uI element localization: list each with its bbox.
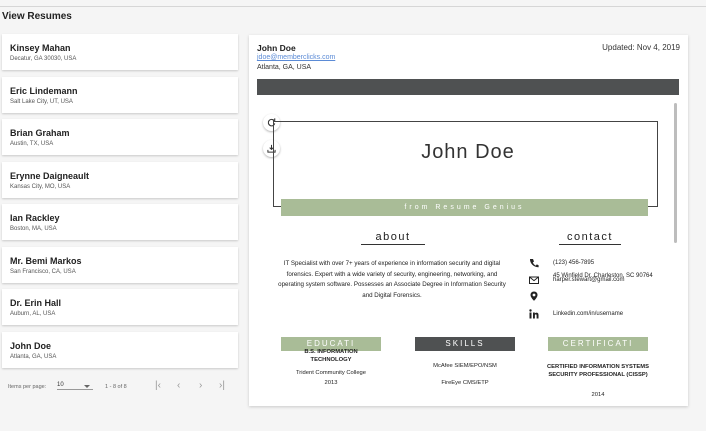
first-page-icon[interactable]: |‹ [155,380,161,391]
skills-heading: SKILLS [415,337,515,351]
about-text: IT Specialist with over 7+ years of expe… [278,260,506,299]
phone-icon [529,259,539,268]
page-size-select[interactable]: 10 [57,382,93,390]
items-per-page-label: Items per page: [8,384,47,390]
resume-list-item-selected[interactable]: John Doe Atlanta, GA, USA [2,332,238,368]
resume-name: Eric Lindemann [10,86,78,96]
education-school: Trident Community College [295,370,367,376]
resume-name: Ian Rackley [10,213,60,223]
certification-name: CERTIFIED INFORMATION SYSTEMS SECURITY P… [547,364,649,378]
updated-date: Updated: Nov 4, 2019 [602,43,680,52]
skill-item: FireEye CMS/ETP [441,380,489,386]
linkedin-icon [529,309,539,319]
resume-heading-name: John Doe [421,141,515,163]
resume-name: John Doe [10,341,52,351]
resume-list-item[interactable]: Dr. Erin Hall Auburn, AL, USA [2,289,238,325]
contact-linkedin: Linkedin.com/in/username [553,311,624,317]
resume-list-item[interactable]: Eric Lindemann Salt Lake City, UT, USA [2,77,238,113]
resume-name: Mr. Bemi Markos [10,256,82,266]
resume-list-item[interactable]: Kinsey Mahan Decatur, GA 30030, USA [2,34,238,70]
about-heading: about [361,231,425,245]
resume-list-item[interactable]: Brian Graham Austin, TX, USA [2,119,238,155]
resume-location: Auburn, AL, USA [10,311,56,317]
certification-year: 2014 [591,392,605,398]
skill-item: McAfee SIEM/EPO/NSM [433,363,497,369]
resume-banner: from Resume Genius [281,199,648,216]
email-icon [529,276,539,284]
certifications-heading: CERTIFICATI [548,337,648,351]
name-frame [273,121,658,207]
page-size-value: 10 [57,382,64,388]
resume-list-item[interactable]: Erynne Daigneault Kansas City, MO, USA [2,162,238,198]
chevron-left-icon[interactable]: ‹ [177,380,180,391]
resume-list-item[interactable]: Ian Rackley Boston, MA, USA [2,204,238,240]
resume-location: San Francisco, CA, USA [10,269,76,275]
resume-name: Erynne Daigneault [10,171,90,181]
resume-location: Decatur, GA 30030, USA [10,56,77,62]
paginator: Items per page: 10 1 - 8 of 8 |‹ ‹ › ›| [8,380,238,395]
education-degree: B.S. INFORMATION TECHNOLOGY [304,349,358,363]
caret-down-icon [84,385,90,388]
resume-location: Austin, TX, USA [10,141,54,147]
page-title: View Resumes [2,11,72,22]
chevron-right-icon[interactable]: › [199,380,202,391]
last-page-icon[interactable]: ›| [219,380,225,391]
resume-list-item[interactable]: Mr. Bemi Markos San Francisco, CA, USA [2,247,238,283]
viewer-toolbar [257,79,679,95]
candidate-location: Atlanta, GA, USA [257,64,312,71]
resume-name: Dr. Erin Hall [10,298,62,308]
resume-location: Boston, MA, USA [10,226,57,232]
contact-heading: contact [559,231,621,245]
resume-detail-panel: John Doe jdoe@memberclicks.com Atlanta, … [249,35,688,406]
location-pin-icon [530,291,538,301]
resume-document-viewer[interactable]: John Doe from Resume Genius about contac… [257,79,679,399]
resume-name: Kinsey Mahan [10,43,71,53]
viewer-scrollbar[interactable] [674,103,677,243]
candidate-name: John Doe [257,43,296,53]
candidate-email-link[interactable]: jdoe@memberclicks.com [257,54,335,61]
resume-location: Kansas City, MO, USA [10,184,71,190]
contact-phone: (123) 456-7895 [553,260,595,266]
resume-name: Brian Graham [10,128,70,138]
education-year: 2013 [324,380,338,386]
resume-location: Atlanta, GA, USA [10,354,57,360]
page-range-label: 1 - 8 of 8 [105,384,127,390]
top-divider [0,6,706,7]
resume-location: Salt Lake City, UT, USA [10,99,73,105]
contact-email: harper.stewart@gmail.com [553,277,625,283]
